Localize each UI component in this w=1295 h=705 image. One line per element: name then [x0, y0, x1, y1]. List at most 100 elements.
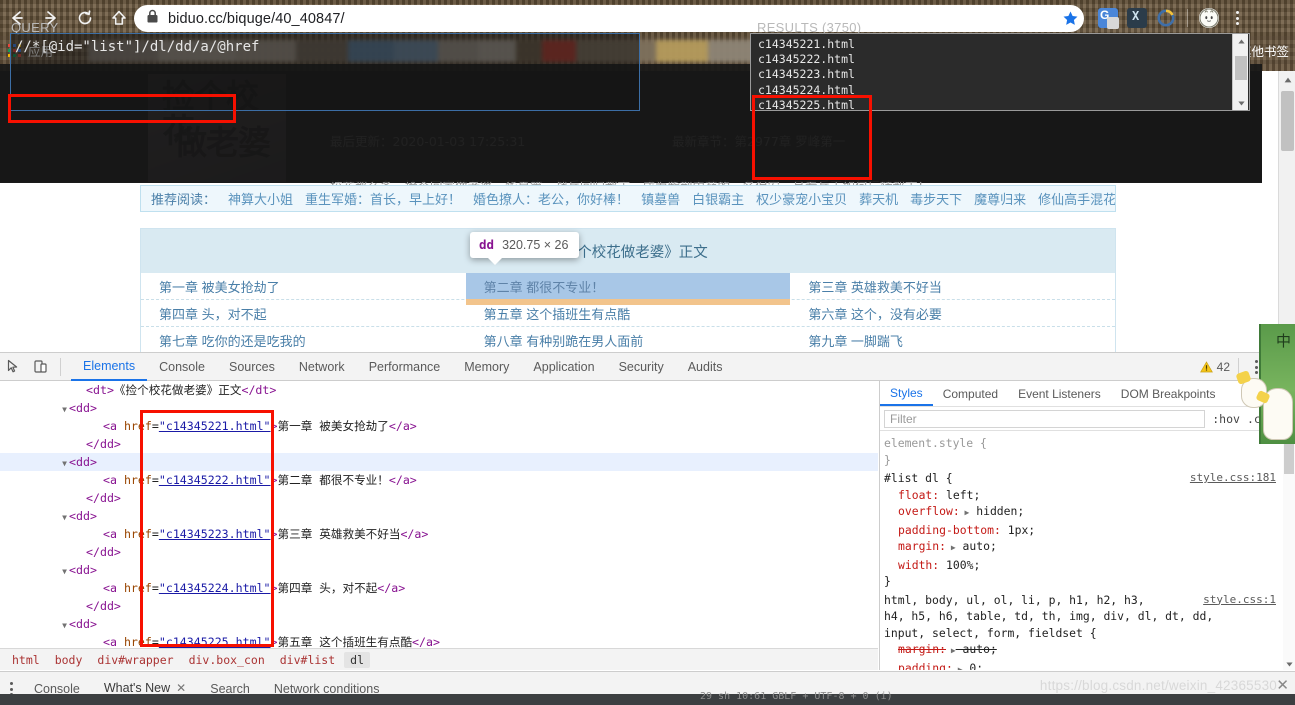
style-rules-list[interactable]: element.style {} #list dl {style.css:181 f…	[880, 432, 1284, 670]
results-scroll-up-arrow[interactable]	[1233, 34, 1249, 48]
breadcrumb-item[interactable]: dl	[344, 651, 370, 668]
xpath-results-scrollbar[interactable]	[1232, 34, 1248, 110]
recommend-link[interactable]: 婚色撩人：老公，你好棒！	[473, 189, 629, 208]
styles-scroll-down-arrow[interactable]	[1283, 658, 1295, 670]
google-translate-extension-icon[interactable]: G	[1098, 8, 1119, 29]
tab-sources[interactable]: Sources	[217, 353, 287, 381]
chapter-link[interactable]: 第三章 英雄救美不好当	[790, 273, 1115, 299]
results-scroll-thumb[interactable]	[1235, 56, 1247, 80]
chapter-link[interactable]: 第七章 吃你的还是吃我的	[141, 327, 466, 353]
page-scrollbar[interactable]	[1278, 71, 1295, 352]
style-source-link[interactable]: style.css:181	[1190, 470, 1276, 487]
tab-security[interactable]: Security	[607, 353, 676, 381]
tab-network[interactable]: Network	[287, 353, 357, 381]
dom-node-line[interactable]: ▼ <dd>	[0, 615, 878, 633]
tab-memory[interactable]: Memory	[452, 353, 521, 381]
breadcrumb-item[interactable]: body	[49, 652, 89, 668]
tab-application[interactable]: Application	[521, 353, 606, 381]
dom-node-line[interactable]: <a href="c14345222.html">第二章 都很不专业！</a>	[0, 471, 878, 489]
recommend-link[interactable]: 修仙高手混花都	[1038, 189, 1115, 208]
address-bar[interactable]: biduo.cc/biquge/40_40847/	[134, 5, 1084, 32]
expand-arrow-icon[interactable]: ▶	[960, 508, 970, 517]
dom-node-line[interactable]: <dt>《捡个校花做老婆》正文</dt>	[0, 381, 878, 399]
dom-node-line[interactable]: </dd>	[0, 489, 878, 507]
reload-button[interactable]	[68, 1, 102, 35]
home-button[interactable]	[102, 1, 136, 35]
style-declaration[interactable]: float: left;	[884, 487, 1284, 504]
chapter-link[interactable]: 第一章 被美女抢劫了	[141, 273, 466, 299]
expand-arrow-icon[interactable]: ▶	[953, 665, 963, 671]
style-rule[interactable]: #list dl {style.css:181 float: left; overf…	[884, 470, 1284, 592]
chapter-link[interactable]: 第四章 头，对不起	[141, 300, 466, 326]
tab-styles[interactable]: Styles	[880, 381, 933, 406]
recommend-link[interactable]: 毒步天下	[910, 189, 962, 208]
devtools-close[interactable]	[1267, 355, 1291, 379]
three-dot-menu[interactable]	[1228, 8, 1246, 28]
tab-audits[interactable]: Audits	[676, 353, 735, 381]
chapter-link[interactable]: 第六章 这个，没有必要	[790, 300, 1115, 326]
dom-val[interactable]: "c14345225.html"	[159, 635, 271, 648]
style-rule[interactable]: html, body, ul, ol, li, p, h1, h2, h3, h…	[884, 592, 1284, 671]
style-declaration[interactable]: margin: ▶ auto;	[884, 538, 1284, 557]
breadcrumb-item[interactable]: div#wrapper	[91, 652, 179, 668]
chapter-link[interactable]: 第八章 有种别跪在男人面前	[466, 327, 791, 353]
dom-node-line[interactable]: ▼ <dd>	[0, 561, 878, 579]
style-declaration[interactable]: padding: ▶ 0;	[884, 660, 1284, 671]
tab-elements[interactable]: Elements	[71, 353, 148, 381]
breadcrumb-item[interactable]: html	[6, 652, 46, 668]
styles-filter-input[interactable]: Filter	[884, 409, 1206, 428]
dom-node-line[interactable]: </dd>	[0, 435, 878, 453]
chapter-link-highlighted[interactable]: 第二章 都很不专业！	[465, 273, 791, 305]
recommend-link[interactable]: 重生军婚：首长，早上好！	[305, 189, 461, 208]
chapter-link[interactable]: 第九章 一脚踹飞	[790, 327, 1115, 353]
warning-count-badge[interactable]: 42	[1199, 360, 1230, 374]
bookmark-star-icon[interactable]	[1056, 5, 1084, 32]
scroll-down-arrow[interactable]	[1279, 335, 1295, 352]
recommend-link[interactable]: 魔尊归来	[974, 189, 1026, 208]
inspect-element-icon[interactable]	[0, 353, 27, 380]
recommend-link[interactable]: 葬天机	[859, 189, 898, 208]
hov-toggle[interactable]: :hov	[1212, 412, 1240, 426]
style-rule[interactable]: element.style {}	[884, 435, 1284, 470]
circle-extension-icon[interactable]	[1156, 8, 1176, 28]
styles-scrollbar[interactable]	[1283, 432, 1295, 670]
dom-node-line[interactable]: <a href="c14345225.html">第五章 这个插班生有点酷</a…	[0, 633, 878, 648]
style-source-link[interactable]: style.css:1	[1203, 592, 1276, 609]
dom-val[interactable]: "c14345222.html"	[159, 473, 271, 487]
breadcrumb-item[interactable]: div#list	[274, 652, 341, 668]
dom-node-line[interactable]: ▼ <dd>	[0, 507, 878, 525]
expand-arrow-icon[interactable]: ▶	[946, 646, 956, 655]
dom-breadcrumb[interactable]: html body div#wrapper div.box_con div#list dl	[0, 648, 878, 670]
recommend-link[interactable]: 白银霸主	[692, 189, 744, 208]
dom-tree[interactable]: <dt>《捡个校花做老婆》正文</dt> ▼ <dd> <a href="c14345…	[0, 381, 878, 648]
dom-node-line[interactable]: </dd>	[0, 543, 878, 561]
tab-event-listeners[interactable]: Event Listeners	[1008, 381, 1111, 406]
tab-dom-breakpoints[interactable]: DOM Breakpoints	[1111, 381, 1226, 406]
scroll-up-arrow[interactable]	[1279, 71, 1295, 88]
dom-val[interactable]: "c14345221.html"	[159, 419, 271, 433]
style-declaration[interactable]: padding-bottom: 1px;	[884, 522, 1284, 539]
dom-val[interactable]: "c14345223.html"	[159, 527, 271, 541]
styles-scroll-thumb[interactable]	[1284, 434, 1294, 474]
xpath-helper-extension-icon[interactable]: X	[1127, 8, 1147, 28]
dom-val[interactable]: "c14345224.html"	[159, 581, 271, 595]
dom-node-line[interactable]: <a href="c14345221.html">第一章 被美女抢劫了</a>	[0, 417, 878, 435]
close-icon[interactable]: ✕	[176, 681, 186, 695]
page-scroll-thumb[interactable]	[1281, 91, 1294, 151]
dom-node-line[interactable]: <a href="c14345224.html">第四章 头，对不起</a>	[0, 579, 878, 597]
tab-computed[interactable]: Computed	[933, 381, 1008, 406]
breadcrumb-item[interactable]: div.box_con	[183, 652, 271, 668]
tab-performance[interactable]: Performance	[357, 353, 453, 381]
dom-node-line[interactable]: ▼ <dd>	[0, 453, 878, 471]
style-declaration[interactable]: width: 100%;	[884, 557, 1284, 574]
style-declaration[interactable]: overflow: ▶ hidden;	[884, 503, 1284, 522]
dom-node-line[interactable]: ▼ <dd>	[0, 399, 878, 417]
tab-console[interactable]: Console	[147, 353, 217, 381]
toggle-device-toolbar-icon[interactable]	[27, 353, 54, 380]
results-scroll-down-arrow[interactable]	[1233, 96, 1249, 110]
expand-arrow-icon[interactable]: ▶	[946, 543, 956, 552]
recommend-link[interactable]: 神算大小姐	[228, 189, 293, 208]
style-declaration[interactable]: margin: ▶ auto;	[884, 641, 1284, 660]
recommend-link[interactable]: 权少豪宠小宝贝	[756, 189, 847, 208]
dom-node-line[interactable]: <a href="c14345223.html">第三章 英雄救美不好当</a>	[0, 525, 878, 543]
